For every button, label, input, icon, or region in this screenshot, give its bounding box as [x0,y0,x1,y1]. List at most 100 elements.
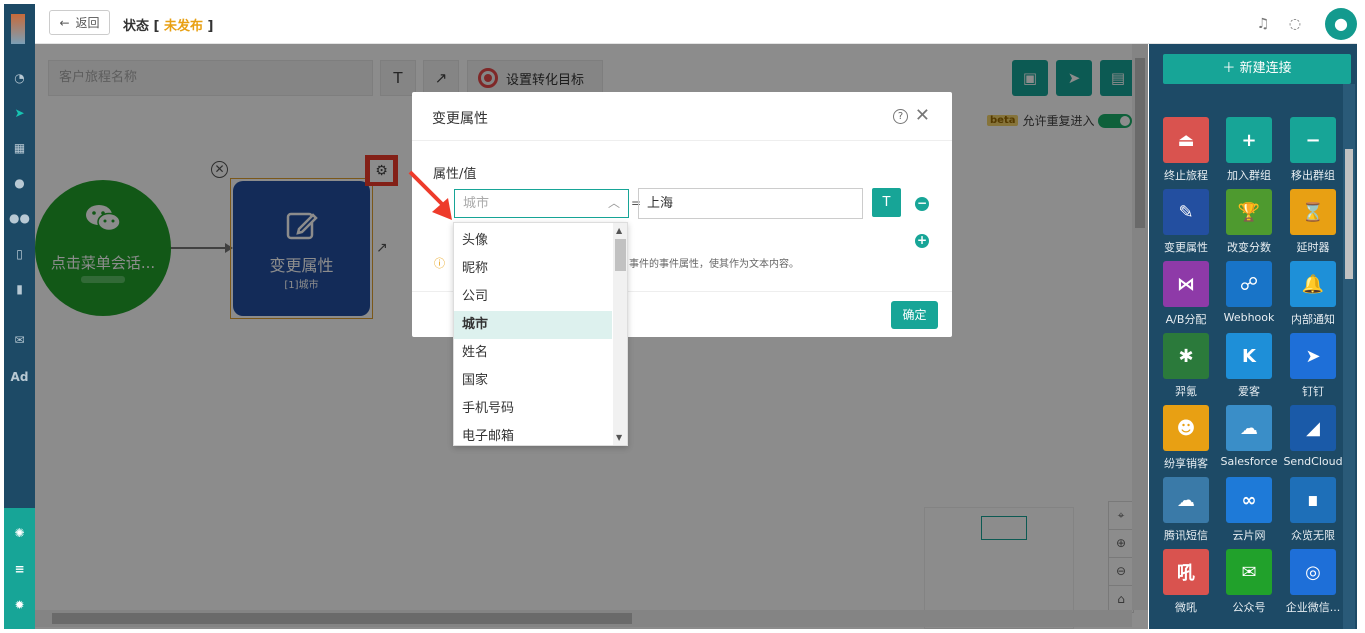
avatar[interactable]: ● [1325,8,1357,40]
component-tile[interactable]: ✱ 羿氪 [1155,333,1217,399]
component-icon: ∎ [1290,477,1336,523]
dropdown-option[interactable]: 头像 [454,227,612,255]
component-icon: + [1226,117,1272,163]
component-tile[interactable]: ∞ 云片网 [1218,477,1280,543]
component-icon: ✉ [1226,549,1272,595]
component-icon: ◢ [1290,405,1336,451]
component-tile[interactable]: ☍ Webhook [1218,261,1280,324]
component-tile[interactable]: ☁ Salesforce [1218,405,1280,468]
dropdown-option[interactable]: 姓名 [454,339,612,367]
component-tile[interactable]: ➤ 钉钉 [1282,333,1344,399]
dropdown-option[interactable]: 手机号码 [454,395,612,423]
new-connection-button[interactable]: ＋ 新建连接 [1163,54,1351,84]
status-suffix: ] [203,19,214,34]
dashboard-icon[interactable]: ◔ [4,65,35,91]
component-icon: ⌛ [1290,189,1336,235]
component-tile[interactable]: ☻ 纷享销客 [1155,405,1217,471]
component-tile[interactable]: − 移出群组 [1282,117,1344,183]
component-label: 内部通知 [1291,313,1335,326]
back-button[interactable]: ← 返回 [49,10,110,35]
back-label: 返回 [75,16,100,30]
scroll-thumb[interactable] [1345,149,1353,279]
dropdown-option[interactable]: 公司 [454,283,612,311]
select-value: 城市 [463,196,490,211]
user-icon[interactable]: ● [4,170,35,196]
dropdown-option[interactable]: 城市 [454,311,612,339]
wechat-icon[interactable]: ✉ [4,327,35,353]
component-icon: − [1290,117,1336,163]
scroll-up-icon[interactable]: ▲ [616,226,622,235]
component-label: Webhook [1223,311,1275,324]
app: ◔ ➤ ▦ ● ●● ▯ ▮ ✉ Ad ✺ ≡ ✹ ← 返回 状态 [ 未发布 … [0,0,1365,633]
component-tile[interactable]: 吼微吼 [1155,549,1217,615]
add-row-icon[interactable]: + [915,234,929,248]
component-label: 改变分数 [1227,241,1271,254]
close-icon[interactable]: ✕ [915,105,930,126]
panel-scrollbar[interactable] [1343,84,1355,629]
bookmark-icon[interactable]: ▯ [4,241,35,267]
status-prefix: 状态 [ [123,19,164,34]
component-icon: ☁ [1226,405,1272,451]
component-tile[interactable]: ✎ 变更属性 [1155,189,1217,255]
status-value: 未发布 [164,19,204,34]
users-icon[interactable]: ●● [4,205,35,231]
component-tile[interactable]: ∎ 众览无限 [1282,477,1344,543]
component-tile[interactable]: 🏆 改变分数 [1218,189,1280,255]
component-tile[interactable]: ☁ 腾讯短信 [1155,477,1217,543]
component-tile[interactable]: ✉ 公众号 [1218,549,1280,615]
component-label: 纷享销客 [1164,457,1208,470]
component-label: Salesforce [1220,455,1278,468]
component-label: 爱客 [1238,385,1260,398]
property-dropdown: 头像 昵称 公司 城市 姓名 国家 手机号码 电子邮箱 ▲ ▼ [453,222,628,446]
dropdown-scrollbar[interactable]: ▲ ▼ [613,223,627,445]
component-tile[interactable]: ⋈ A/B分配 [1155,261,1217,327]
journey-status: 状态 [ 未发布 ] [123,15,213,34]
scroll-down-icon[interactable]: ▼ [616,433,622,442]
component-icon: ⏏ [1163,117,1209,163]
component-tile[interactable]: K 爱客 [1218,333,1280,399]
component-label: SendCloud [1283,455,1343,468]
gear-icon[interactable]: ✹ [4,592,35,618]
component-tile[interactable]: ⌛ 延时器 [1282,189,1344,255]
component-icon: ☍ [1226,261,1272,307]
component-label: 终止旅程 [1164,169,1208,182]
component-label: 众览无限 [1291,529,1335,542]
text-mode-button[interactable]: T [872,188,901,217]
bell-icon[interactable]: ♫ [1255,16,1271,32]
component-label: 变更属性 [1164,241,1208,254]
chevron-up-icon: ︿ [607,196,620,210]
remove-row-icon[interactable]: − [915,197,929,211]
component-tile[interactable]: ◎ 企业微信... [1282,549,1344,615]
component-panel: ＋ 新建连接 ⏏ 终止旅程 + 加入群组 − 移出群组 ✎ 变更属性 🏆 改变分数 ⌛ 延时器 ⋈ A/B… [1149,44,1357,629]
dropdown-option[interactable]: 昵称 [454,255,612,283]
send-icon[interactable]: ➤ [4,100,35,126]
component-icon: ☻ [1163,405,1209,451]
component-tile[interactable]: ◢ SendCloud [1282,405,1344,468]
scroll-thumb[interactable] [615,239,626,271]
component-icon: 吼 [1163,549,1209,595]
property-select[interactable]: 城市 ︿ [454,189,629,218]
help-icon[interactable]: ? [893,109,908,124]
hint-text: 事件的事件属性，使其作为文本内容。 [629,259,799,270]
chat-icon[interactable]: ◌ [1287,16,1303,32]
dropdown-option[interactable]: 电子邮箱 [454,423,612,445]
network-icon[interactable]: ✺ [4,520,35,546]
layout-icon[interactable]: ▦ [4,135,35,161]
ad-icon[interactable]: Ad [4,364,35,390]
component-icon: ✎ [1163,189,1209,235]
server-icon[interactable]: ≡ [4,556,35,582]
dropdown-option[interactable]: 国家 [454,367,612,395]
text-icon: T [882,195,891,210]
value-input[interactable]: 上海 [638,188,863,219]
component-label: 移出群组 [1291,169,1335,182]
chart-icon[interactable]: ▮ [4,276,35,302]
component-tile[interactable]: ⏏ 终止旅程 [1155,117,1217,183]
new-connection-label: 新建连接 [1239,61,1292,76]
component-label: 企业微信... [1285,601,1341,614]
component-label: 加入群组 [1227,169,1271,182]
component-tile[interactable]: + 加入群组 [1218,117,1280,183]
confirm-button[interactable]: 确定 [891,301,938,329]
component-icon: ∞ [1226,477,1272,523]
left-nav-bottom: ✺ ≡ ✹ [4,508,35,629]
component-tile[interactable]: 🔔 内部通知 [1282,261,1344,327]
